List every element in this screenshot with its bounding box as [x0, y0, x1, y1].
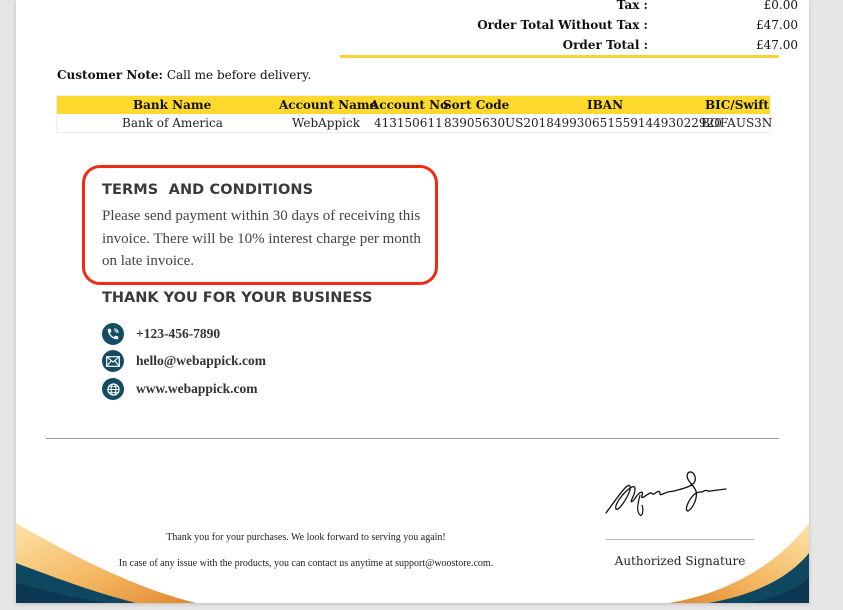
total-label: Order Total Without Tax : — [477, 18, 648, 32]
contact-text: +123-456-7890 — [136, 326, 221, 341]
cell-account-name: WebAppick — [292, 116, 360, 130]
contact-text: www.webappick.com — [136, 381, 258, 396]
customer-note-value: Call me before delivery. — [166, 68, 312, 82]
total-label: Order Total : — [562, 38, 648, 52]
signature-label: Authorized Signature — [614, 554, 746, 568]
cell-account-no: 413150611 — [374, 116, 443, 130]
phone-icon — [102, 323, 124, 345]
header-sort-code: Sort Code — [443, 98, 510, 112]
total-value: £0.00 — [763, 0, 798, 12]
invoice-page: Tax : £0.00 Order Total Without Tax : £4… — [16, 0, 809, 603]
cell-sort-code: 83905630 — [444, 116, 506, 130]
bank-table-header: Bank Name Account Name Account No Sort C… — [57, 96, 770, 114]
header-account-name: Account Name — [279, 98, 378, 112]
section-divider — [46, 438, 779, 439]
customer-note: Customer Note: Call me before delivery. — [57, 68, 311, 82]
header-iban: IBAN — [587, 98, 624, 112]
bank-details-table: Bank Name Account Name Account No Sort C… — [56, 95, 773, 133]
cell-iban: US2018499306515591449302292​0 — [505, 116, 722, 130]
cell-bank-name: Bank of America — [122, 116, 223, 130]
contact-text: hello@webappick.com — [136, 353, 266, 368]
bank-table-row: Bank of America WebAppick 413150611 8390… — [57, 114, 773, 132]
header-bank-name: Bank Name — [133, 98, 212, 112]
header-account-no: Account No — [370, 98, 449, 112]
terms-text: Please send payment within 30 days of re… — [102, 208, 421, 269]
total-label: Tax : — [616, 0, 648, 12]
signature-line — [606, 539, 754, 540]
totals-underline — [340, 55, 779, 58]
header-bic-swift: BIC/Swift — [705, 98, 769, 112]
footer-thanks-text: Thank you for your purchases. We look fo… — [166, 532, 446, 543]
globe-icon — [102, 378, 124, 400]
cell-bic-swift: BOFAUS3N — [701, 116, 773, 130]
terms-title: TERMS AND CONDITIONS — [102, 182, 314, 198]
customer-note-label: Customer Note: — [57, 68, 163, 82]
footer-support-text: In case of any issue with the products, … — [118, 558, 494, 569]
thank-you-title: THANK YOU FOR YOUR BUSINESS — [102, 290, 373, 306]
email-icon — [102, 350, 124, 372]
total-row-without-tax: Order Total Without Tax : £47.00 — [340, 18, 802, 38]
signature-image — [605, 471, 727, 516]
total-value: £47.00 — [756, 18, 798, 32]
total-value: £47.00 — [756, 38, 798, 52]
total-row-tax: Tax : £0.00 — [340, 0, 802, 18]
